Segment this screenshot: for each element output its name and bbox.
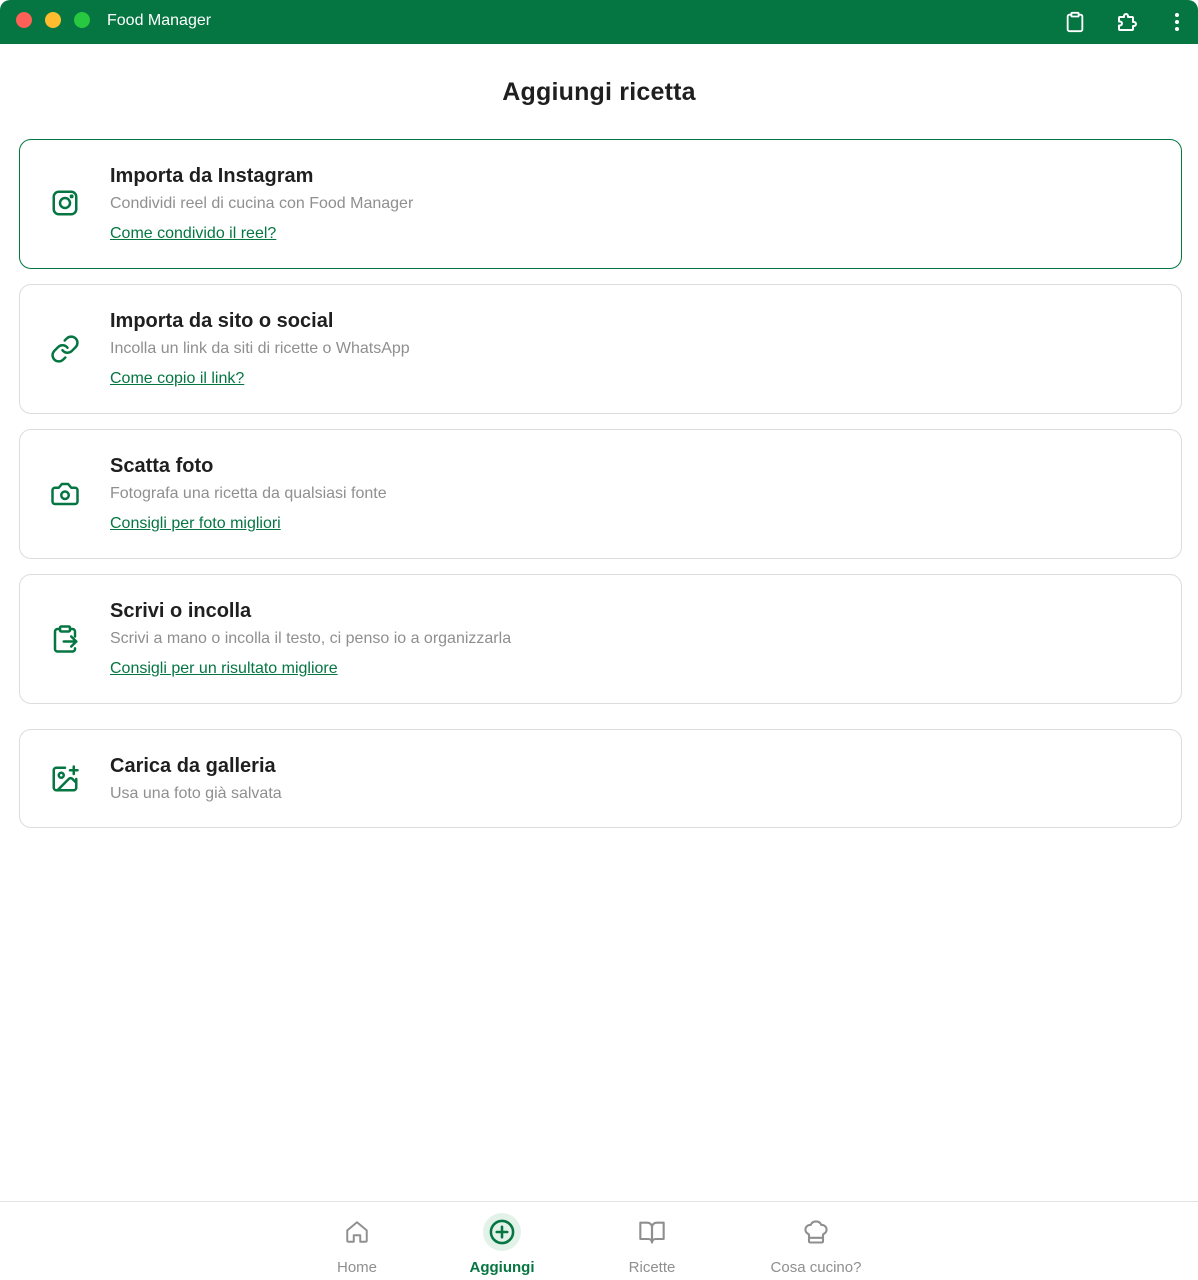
help-link[interactable]: Consigli per un risultato migliore bbox=[110, 658, 338, 680]
book-icon bbox=[633, 1213, 671, 1251]
chef-hat-icon bbox=[797, 1213, 835, 1251]
card-subtitle: Usa una foto già salvata bbox=[110, 785, 282, 802]
card-title: Importa da sito o social bbox=[110, 310, 334, 332]
help-link[interactable]: Consigli per foto migliori bbox=[110, 513, 281, 535]
card-title: Importa da Instagram bbox=[110, 165, 314, 187]
nav-item-cosa-cucino[interactable]: Cosa cucino? bbox=[761, 1202, 871, 1280]
plus-circle-icon bbox=[483, 1213, 521, 1251]
help-link[interactable]: Come condivido il reel? bbox=[110, 223, 276, 245]
instagram-icon bbox=[49, 187, 81, 219]
help-link[interactable]: Come copio il link? bbox=[110, 368, 244, 390]
window-close-button[interactable] bbox=[16, 12, 32, 28]
image-plus-icon bbox=[49, 763, 81, 795]
nav-item-aggiungi[interactable]: Aggiungi bbox=[462, 1202, 542, 1280]
upload-gallery-card[interactable]: Carica da galleria Usa una foto già salv… bbox=[19, 729, 1182, 828]
nav-label: Ricette bbox=[628, 1259, 676, 1276]
nav-label: Home bbox=[336, 1259, 377, 1276]
extension-icon bbox=[1118, 13, 1137, 31]
window-minimize-button[interactable] bbox=[45, 12, 61, 28]
window-title: Food Manager bbox=[107, 12, 212, 29]
camera-icon bbox=[49, 478, 81, 510]
clipboard-paste-icon bbox=[49, 623, 81, 655]
card-subtitle: Condividi reel di cucina con Food Manage… bbox=[110, 195, 414, 212]
nav-label: Aggiungi bbox=[469, 1259, 535, 1276]
card-title: Carica da galleria bbox=[110, 755, 276, 777]
nav-item-home[interactable]: Home bbox=[322, 1202, 392, 1280]
page-title: Aggiungi ricetta bbox=[502, 78, 696, 106]
link-icon bbox=[49, 333, 81, 365]
home-icon bbox=[338, 1213, 376, 1251]
extensions-button[interactable] bbox=[1114, 8, 1142, 36]
nav-label: Cosa cucino? bbox=[770, 1259, 862, 1276]
nav-item-ricette[interactable]: Ricette bbox=[617, 1202, 687, 1280]
write-paste-card[interactable]: Scrivi o incolla Scrivi a mano o incolla… bbox=[19, 574, 1182, 704]
window-titlebar: Food Manager bbox=[0, 0, 1198, 44]
clipboard-button[interactable] bbox=[1061, 8, 1089, 36]
card-title: Scatta foto bbox=[110, 455, 214, 477]
clipboard-icon bbox=[1066, 11, 1084, 33]
card-title: Scrivi o incolla bbox=[110, 600, 252, 622]
more-vertical-icon bbox=[1175, 13, 1179, 31]
window-maximize-button[interactable] bbox=[74, 12, 90, 28]
bottom-navigation: Home Aggiungi Ricette Cosa cucino? bbox=[0, 1201, 1198, 1280]
card-subtitle: Fotografa una ricetta da qualsiasi fonte bbox=[110, 485, 387, 502]
import-instagram-card[interactable]: Importa da Instagram Condividi reel di c… bbox=[19, 139, 1182, 269]
card-subtitle: Incolla un link da siti di ricette o Wha… bbox=[110, 340, 410, 357]
more-menu-button[interactable] bbox=[1163, 8, 1191, 36]
card-subtitle: Scrivi a mano o incolla il testo, ci pen… bbox=[110, 630, 512, 647]
take-photo-card[interactable]: Scatta foto Fotografa una ricetta da qua… bbox=[19, 429, 1182, 559]
import-link-card[interactable]: Importa da sito o social Incolla un link… bbox=[19, 284, 1182, 414]
